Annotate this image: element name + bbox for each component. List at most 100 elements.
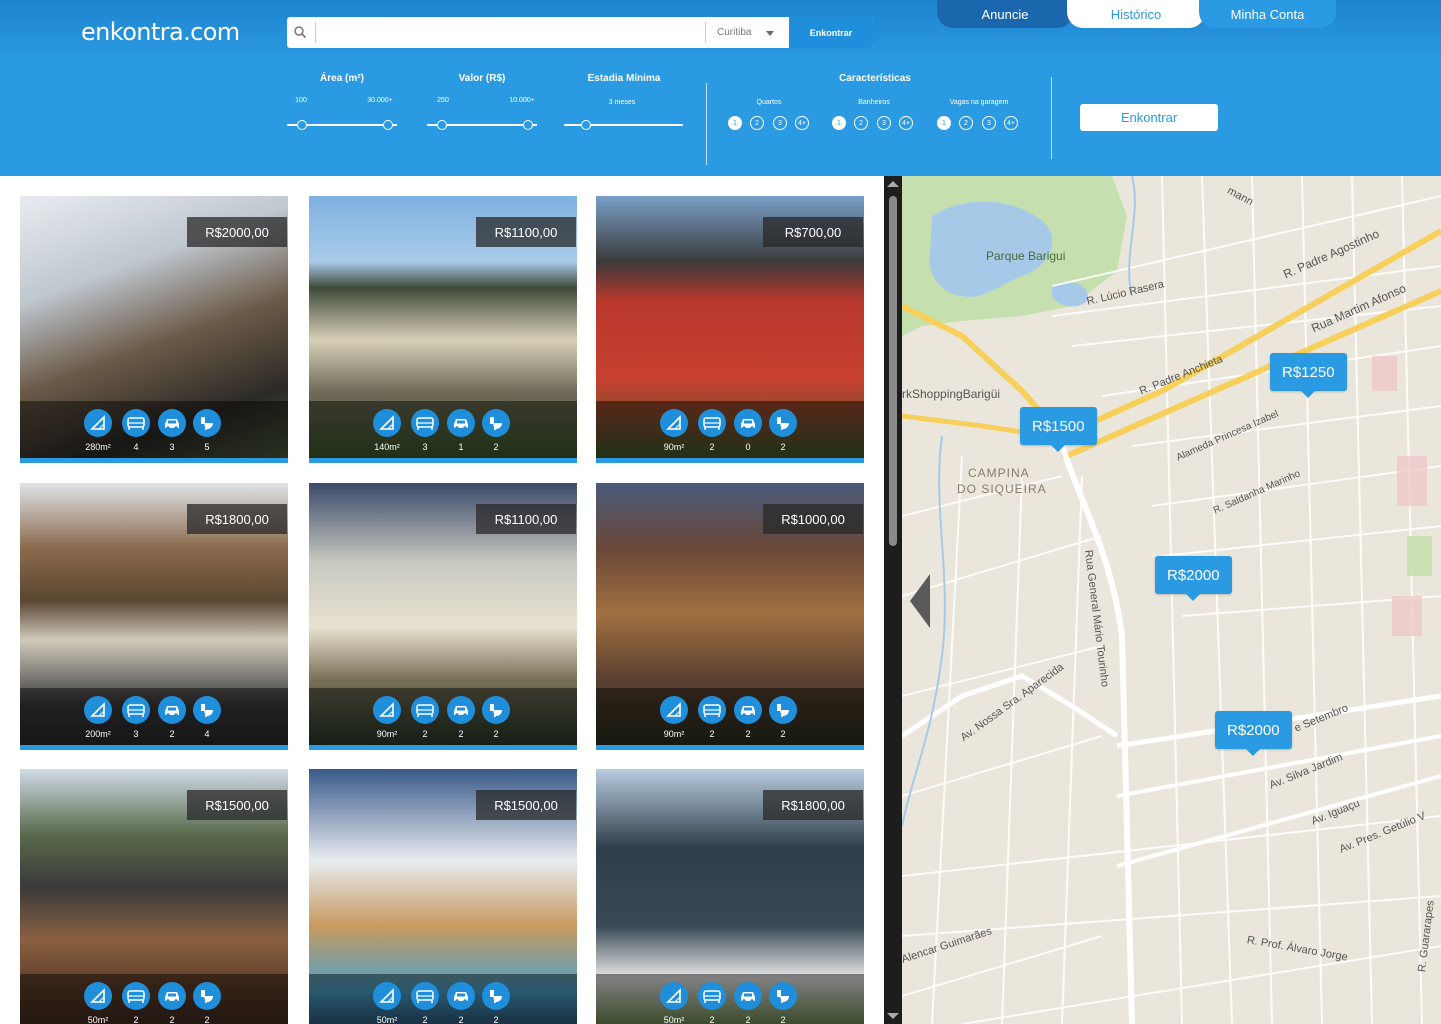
divider bbox=[705, 22, 706, 43]
map-price-pin[interactable]: R$2000 bbox=[1215, 711, 1292, 756]
tab-historico[interactable]: Histórico bbox=[1067, 0, 1205, 28]
listing-card[interactable]: R$1100,00 90m² 2 2 2 bbox=[309, 483, 577, 750]
tab-anuncie[interactable]: Anuncie bbox=[937, 0, 1073, 28]
listing-beds-value: 2 bbox=[709, 1015, 715, 1024]
header: enkontra.com Curitiba Enkontrar Anuncie … bbox=[0, 0, 1441, 176]
listing-cars-value: 2 bbox=[745, 1015, 751, 1024]
listing-baths-value: 5 bbox=[204, 442, 210, 452]
listing-grid: R$2000,00 280m² 4 3 5 R$1100,00 140m² 3 1 2 R$700,… bbox=[0, 176, 884, 1024]
tab-minha-conta[interactable]: Minha Conta bbox=[1199, 0, 1336, 28]
map-price-pin[interactable]: R$1500 bbox=[1020, 407, 1097, 452]
bed-icon bbox=[698, 982, 726, 1010]
listing-card[interactable]: R$1800,00 200m² 3 2 4 bbox=[20, 483, 288, 750]
collapse-map-arrow-icon[interactable] bbox=[910, 574, 930, 628]
bathtub-icon bbox=[193, 982, 221, 1010]
listing-accent-bar bbox=[20, 745, 288, 750]
car-icon bbox=[158, 696, 186, 724]
listing-price: R$1000,00 bbox=[763, 504, 863, 534]
quartos-label: Quartos bbox=[756, 99, 782, 106]
caracteristicas-title: Características bbox=[839, 73, 911, 84]
listing-card[interactable]: R$1000,00 90m² 2 2 2 bbox=[596, 483, 864, 750]
listing-card[interactable]: R$1500,00 50m² 2 2 2 bbox=[20, 769, 288, 1024]
listing-accent-bar bbox=[309, 745, 577, 750]
area-filter-title: Área (m²) bbox=[320, 73, 364, 84]
vagas-option-1[interactable]: 1 bbox=[937, 116, 951, 130]
listing-card[interactable]: R$1100,00 140m² 3 1 2 bbox=[309, 196, 577, 463]
banheiros-option-2[interactable]: 2 bbox=[854, 116, 868, 130]
bathtub-icon bbox=[482, 982, 510, 1010]
area-icon bbox=[84, 696, 112, 724]
scroll-thumb[interactable] bbox=[889, 196, 897, 546]
listing-card[interactable]: R$1500,00 50m² 2 2 2 bbox=[309, 769, 577, 1024]
valor-slider-max-handle[interactable] bbox=[523, 120, 533, 130]
listing-cars-value: 2 bbox=[169, 729, 175, 739]
chevron-down-icon[interactable] bbox=[766, 31, 774, 36]
listing-baths-value: 2 bbox=[204, 1015, 210, 1024]
map-price-pin[interactable]: R$2000 bbox=[1155, 556, 1232, 601]
estadia-slider-handle[interactable] bbox=[581, 120, 591, 130]
quartos-option-2[interactable]: 2 bbox=[750, 116, 764, 130]
listing-card[interactable]: R$1800,00 50m² 2 2 2 bbox=[596, 769, 864, 1024]
listing-price: R$1100,00 bbox=[476, 217, 576, 247]
scrollbar[interactable] bbox=[884, 176, 902, 1024]
listing-area-value: 140m² bbox=[374, 442, 400, 452]
listing-beds-value: 3 bbox=[422, 442, 428, 452]
area-icon bbox=[84, 409, 112, 437]
banheiros-option-1[interactable]: 1 bbox=[832, 116, 846, 130]
vagas-option-4plus[interactable]: 4+ bbox=[1004, 116, 1018, 130]
bed-icon bbox=[122, 409, 150, 437]
listing-area-value: 90m² bbox=[376, 729, 398, 739]
quartos-option-1[interactable]: 1 bbox=[728, 116, 742, 130]
banheiros-option-3[interactable]: 3 bbox=[877, 116, 891, 130]
scroll-up-arrow-icon[interactable] bbox=[887, 181, 899, 187]
divider bbox=[315, 22, 316, 43]
quartos-option-3[interactable]: 3 bbox=[773, 116, 787, 130]
listing-baths-value: 4 bbox=[204, 729, 210, 739]
vagas-option-3[interactable]: 3 bbox=[982, 116, 996, 130]
banheiros-label: Banheiros bbox=[858, 99, 890, 106]
area-slider-min-handle[interactable] bbox=[297, 120, 307, 130]
valor-slider-min-handle[interactable] bbox=[437, 120, 447, 130]
bed-icon bbox=[411, 409, 439, 437]
listing-baths-value: 2 bbox=[780, 1015, 786, 1024]
listing-beds-value: 2 bbox=[133, 1015, 139, 1024]
map[interactable]: Parque Barigui rkShoppingBarigüi CAMPINA… bbox=[902, 176, 1441, 1024]
search-input[interactable] bbox=[317, 20, 705, 45]
bed-icon bbox=[411, 982, 439, 1010]
city-select[interactable]: Curitiba bbox=[717, 27, 751, 38]
map-price-pin[interactable]: R$1250 bbox=[1270, 353, 1347, 398]
car-icon bbox=[447, 409, 475, 437]
area-icon bbox=[373, 982, 401, 1010]
vagas-option-2[interactable]: 2 bbox=[959, 116, 973, 130]
estadia-filter-title: Estadia Mínima bbox=[587, 73, 661, 84]
area-icon bbox=[660, 982, 688, 1010]
divider bbox=[706, 83, 707, 165]
area-slider-max-handle[interactable] bbox=[383, 120, 393, 130]
listing-area-value: 50m² bbox=[376, 1015, 398, 1024]
valor-max-label: 10.000+ bbox=[509, 97, 535, 104]
area-icon bbox=[660, 409, 688, 437]
listing-area-value: 50m² bbox=[87, 1015, 109, 1024]
vagas-label: Vagas na garagem bbox=[949, 99, 1009, 106]
listing-cars-value: 2 bbox=[458, 729, 464, 739]
area-icon bbox=[84, 982, 112, 1010]
search-icon bbox=[294, 26, 307, 39]
listing-card[interactable]: R$700,00 90m² 2 0 2 bbox=[596, 196, 864, 463]
area-min-label: 100 bbox=[295, 97, 307, 104]
listing-price: R$1500,00 bbox=[476, 790, 576, 820]
banheiros-option-4plus[interactable]: 4+ bbox=[899, 116, 913, 130]
listing-cars-value: 2 bbox=[745, 729, 751, 739]
bed-icon bbox=[122, 982, 150, 1010]
search-bar: Curitiba Enkontrar bbox=[287, 17, 873, 48]
search-button[interactable]: Enkontrar bbox=[789, 17, 873, 48]
logo[interactable]: enkontra.com bbox=[81, 18, 240, 46]
car-icon bbox=[447, 982, 475, 1010]
quartos-option-4plus[interactable]: 4+ bbox=[795, 116, 809, 130]
enkontrar-button[interactable]: Enkontrar bbox=[1080, 104, 1218, 131]
bathtub-icon bbox=[193, 409, 221, 437]
listing-card[interactable]: R$2000,00 280m² 4 3 5 bbox=[20, 196, 288, 463]
scroll-down-arrow-icon[interactable] bbox=[887, 1013, 899, 1019]
district-label-1: CAMPINA bbox=[968, 466, 1030, 480]
listing-cars-value: 2 bbox=[169, 1015, 175, 1024]
listing-price: R$1800,00 bbox=[187, 504, 287, 534]
